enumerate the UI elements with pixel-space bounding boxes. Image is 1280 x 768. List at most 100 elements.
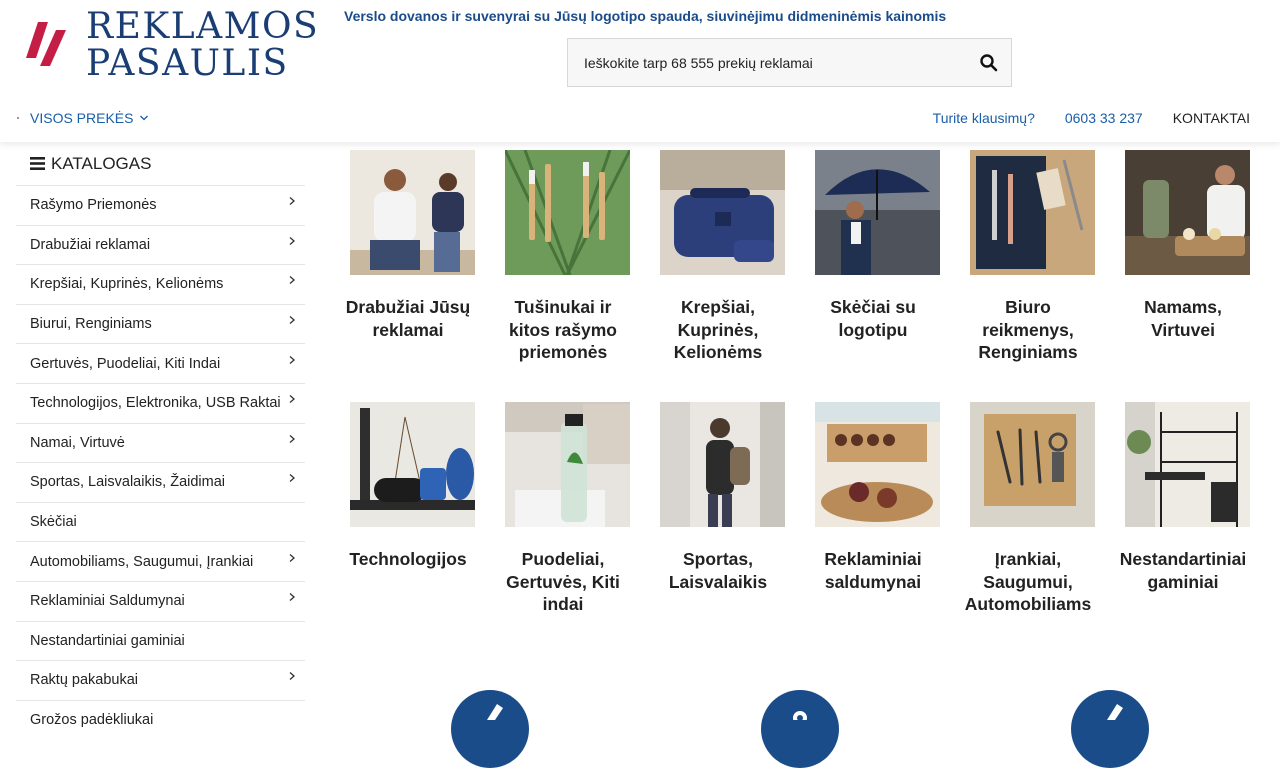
catalog-heading[interactable]: KATALOGAS xyxy=(16,142,305,185)
category-name[interactable]: Sportas, Laisvalaikis xyxy=(653,548,783,593)
catalog-title: KATALOGAS xyxy=(51,153,152,173)
sidebar-item-label: Drabužiai reklamai xyxy=(30,236,151,253)
chevron-right-icon xyxy=(289,197,295,206)
sidebar-item[interactable]: Namai, Virtuvė xyxy=(16,422,305,463)
catalog-sidebar: KATALOGAS Rašymo Priemonės Drabužiai rekl… xyxy=(16,142,305,728)
category-tile[interactable]: Krepšiai, Kuprinės, Kelionėms xyxy=(653,150,785,364)
feature-badge-icon xyxy=(1071,690,1149,768)
sidebar-item-label: Technologijos, Elektronika, USB Raktai xyxy=(30,395,281,412)
people-shirts-image[interactable] xyxy=(350,150,475,275)
logo-mark-icon xyxy=(26,22,66,66)
sidebar-item[interactable]: Sportas, Laisvalaikis, Žaidimai xyxy=(16,462,305,502)
category-tile[interactable]: Sportas, Laisvalaikis xyxy=(653,402,785,593)
sidebar-item-label: Grožos padėkliukai xyxy=(30,712,154,729)
chevron-right-icon xyxy=(289,395,295,404)
category-name[interactable]: Krepšiai, Kuprinės, Kelionėms xyxy=(653,296,783,364)
category-name[interactable]: Tušinukai ir kitos rašymo priemonės xyxy=(498,296,628,364)
sidebar-item[interactable]: Drabužiai reklamai xyxy=(16,224,305,265)
sidebar-item[interactable]: Gertuvės, Puodeliai, Kiti Indai xyxy=(16,343,305,383)
pencil-icon xyxy=(487,704,503,720)
category-name[interactable]: Nestandartiniai gaminiai xyxy=(1118,548,1248,593)
site-header: REKLAMOS PASAULIS Verslo dovanos ir suve… xyxy=(0,0,1280,142)
sidebar-item[interactable]: Rašymo Priemonės xyxy=(16,185,305,225)
category-name[interactable]: Namams, Virtuvei xyxy=(1118,296,1248,341)
search-box xyxy=(567,38,1012,87)
sidebar-item-label: Nestandartiniai gaminiai xyxy=(30,632,185,649)
sidebar-item[interactable]: Skėčiai xyxy=(16,501,305,542)
sidebar-item-label: Sportas, Laisvalaikis, Žaidimai xyxy=(30,474,226,491)
chevron-right-icon xyxy=(289,593,295,602)
chevron-right-icon xyxy=(289,276,295,285)
category-tile[interactable]: Technologijos xyxy=(343,402,475,571)
brand-name-line2: PASAULIS xyxy=(86,43,289,84)
all-products-label: VISOS PREKĖS xyxy=(30,110,134,126)
chevron-right-icon xyxy=(289,474,295,483)
category-tile[interactable]: Nestandartiniai gaminiai xyxy=(1118,402,1250,593)
sidebar-item[interactable]: Raktų pakabukai xyxy=(16,660,305,700)
notebook-image[interactable] xyxy=(970,150,1095,275)
chevron-right-icon xyxy=(289,316,295,325)
sidebar-item[interactable]: Reklaminiai Saldumynai xyxy=(16,580,305,621)
kitchen-image[interactable] xyxy=(1125,150,1250,275)
brand-logo[interactable]: REKLAMOS PASAULIS xyxy=(24,8,318,86)
search-input[interactable] xyxy=(568,39,968,86)
category-tile[interactable]: Puodeliai, Gertuvės, Kiti indai xyxy=(498,402,630,616)
feature-badge-icon xyxy=(451,690,529,768)
sidebar-item-label: Namai, Virtuvė xyxy=(30,434,125,451)
category-name[interactable]: Technologijos xyxy=(343,548,473,571)
feature-badge-icon xyxy=(761,690,839,768)
sidebar-item-label: Rašymo Priemonės xyxy=(30,197,157,214)
chevron-right-icon xyxy=(289,355,295,364)
chevron-down-icon xyxy=(140,115,149,121)
category-name[interactable]: Skėčiai su logotipu xyxy=(808,296,938,341)
sidebar-item-label: Skėčiai xyxy=(30,514,77,531)
sweets-image[interactable] xyxy=(815,402,940,527)
bottle-image[interactable] xyxy=(505,402,630,527)
speaker-image[interactable] xyxy=(350,402,475,527)
category-tile[interactable]: Drabužiai Jūsų reklamai xyxy=(343,150,475,341)
sidebar-item[interactable]: Nestandartiniai gaminiai xyxy=(16,620,305,661)
chevron-right-icon xyxy=(289,553,295,562)
umbrella-image[interactable] xyxy=(815,150,940,275)
site-tagline: Verslo dovanos ir suvenyrai su Jūsų logo… xyxy=(344,8,947,24)
sidebar-item-label: Reklaminiai Saldumynai xyxy=(30,593,185,610)
category-name[interactable]: Drabužiai Jūsų reklamai xyxy=(343,296,473,341)
hamburger-icon xyxy=(30,157,45,170)
category-tile[interactable]: Biuro reikmenys, Renginiams xyxy=(963,150,1095,364)
catalog-list: Rašymo Priemonės Drabužiai reklamai Krepši… xyxy=(16,185,305,739)
bag-image[interactable] xyxy=(660,150,785,275)
tools-image[interactable] xyxy=(970,402,1095,527)
search-icon[interactable] xyxy=(979,53,999,73)
backpack-image[interactable] xyxy=(660,402,785,527)
category-tile[interactable]: Tušinukai ir kitos rašymo priemonės xyxy=(498,150,630,364)
brand-name: REKLAMOS PASAULIS xyxy=(86,8,319,82)
category-name[interactable]: Įrankiai, Saugumui, Automobiliams xyxy=(963,548,1093,616)
category-tile[interactable]: Reklaminiai saldumynai xyxy=(808,402,940,593)
sidebar-item[interactable]: Technologijos, Elektronika, USB Raktai xyxy=(16,382,305,423)
sidebar-item[interactable]: Krepšiai, Kuprinės, Kelionėms xyxy=(16,264,305,304)
all-products-menu[interactable]: VISOS PREKĖS xyxy=(30,110,149,126)
nav-bullet xyxy=(17,117,19,119)
category-tile[interactable]: Įrankiai, Saugumui, Automobiliams xyxy=(963,402,1095,616)
sidebar-item-label: Krepšiai, Kuprinės, Kelionėms xyxy=(30,276,224,293)
category-tile[interactable]: Namams, Virtuvei xyxy=(1118,150,1250,341)
sidebar-item-label: Automobiliams, Saugumui, Įrankiai xyxy=(30,553,254,570)
contacts-link[interactable]: KONTAKTAI xyxy=(1173,110,1250,126)
shelf-image[interactable] xyxy=(1125,402,1250,527)
chevron-right-icon xyxy=(289,236,295,245)
header-links: Turite klausimų? 0603 33 237 KONTAKTAI xyxy=(933,110,1250,126)
phone-link[interactable]: 0603 33 237 xyxy=(1065,110,1143,126)
category-name[interactable]: Reklaminiai saldumynai xyxy=(808,548,938,593)
category-name[interactable]: Puodeliai, Gertuvės, Kiti indai xyxy=(498,548,628,616)
pens-image[interactable] xyxy=(505,150,630,275)
chevron-right-icon xyxy=(289,672,295,681)
sidebar-item[interactable]: Automobiliams, Saugumui, Įrankiai xyxy=(16,541,305,581)
sidebar-item[interactable]: Biurui, Renginiams xyxy=(16,303,305,344)
questions-link[interactable]: Turite klausimų? xyxy=(933,110,1035,126)
chevron-right-icon xyxy=(289,434,295,443)
brand-name-line1: REKLAMOS xyxy=(86,6,320,47)
category-name[interactable]: Biuro reikmenys, Renginiams xyxy=(963,296,1093,364)
sidebar-item-label: Biurui, Renginiams xyxy=(30,316,152,333)
pencil-icon xyxy=(1107,704,1123,720)
category-tile[interactable]: Skėčiai su logotipu xyxy=(808,150,940,341)
